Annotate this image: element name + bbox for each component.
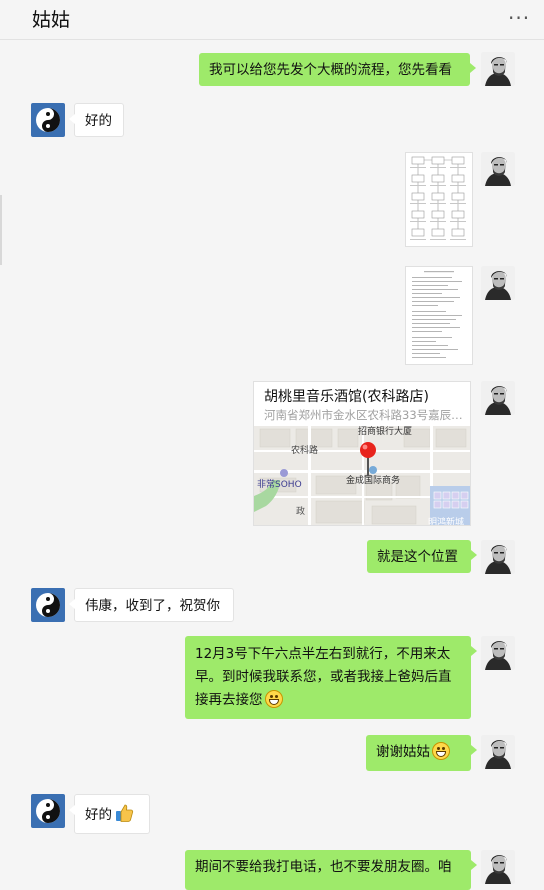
location-map: 招商银行大厦 农科路 非常SOHO 金成国际商务 政 明鸿新城	[254, 426, 470, 526]
my-avatar[interactable]	[481, 52, 515, 86]
document-thumbnail	[412, 271, 462, 358]
my-avatar[interactable]	[481, 735, 515, 769]
location-address: 河南省郑州市金水区农科路33号嘉辰…	[264, 408, 463, 422]
my-avatar[interactable]	[481, 540, 515, 574]
image-message-flowchart[interactable]	[405, 152, 473, 247]
grin-emoji-icon	[264, 690, 283, 708]
my-avatar[interactable]	[481, 381, 515, 415]
contact-avatar[interactable]	[31, 794, 65, 828]
message-text: 就是这个位置	[377, 549, 458, 565]
message-text: 12月3号下午六点半左右到就行，不用来太早。到时候我联系您，或者我接上爸妈后直接…	[195, 646, 452, 708]
map-label-minghong: 明鸿新城	[428, 516, 464, 526]
location-card[interactable]: 胡桃里音乐酒馆(农科路店) 河南省郑州市金水区农科路33号嘉辰… 招商银行大厦 …	[253, 381, 471, 526]
message-bubble[interactable]: 好的	[69, 103, 124, 137]
flowchart-thumbnail	[410, 156, 466, 240]
message-text: 好的	[85, 807, 112, 823]
grin-emoji-icon	[432, 742, 450, 760]
message-text: 谢谢姑姑	[376, 744, 430, 760]
contact-avatar[interactable]	[31, 588, 65, 622]
contact-avatar[interactable]	[31, 103, 65, 137]
chat-title: 姑姑	[32, 9, 71, 31]
map-label-center: 金成国际商务	[346, 474, 400, 486]
image-message-document[interactable]	[405, 266, 473, 365]
message-bubble[interactable]: 就是这个位置	[367, 540, 477, 573]
message-bubble[interactable]: 谢谢姑姑	[366, 735, 477, 771]
my-avatar[interactable]	[481, 152, 515, 186]
map-label-soho: 非常SOHO	[257, 478, 302, 490]
my-avatar[interactable]	[481, 266, 515, 300]
chat-header: 姑姑 ···	[0, 0, 544, 40]
message-bubble[interactable]: 伟康，收到了，祝贺你	[69, 588, 234, 622]
map-label-zheng: 政	[296, 505, 305, 517]
scrollbar[interactable]	[0, 195, 2, 265]
my-avatar[interactable]	[481, 636, 515, 670]
my-avatar[interactable]	[481, 850, 515, 884]
thumbs-up-icon	[116, 804, 134, 822]
message-text: 好的	[85, 113, 112, 129]
message-bubble[interactable]: 12月3号下午六点半左右到就行，不用来太早。到时候我联系您，或者我接上爸妈后直接…	[185, 636, 477, 719]
location-name: 胡桃里音乐酒馆(农科路店)	[264, 389, 429, 405]
more-icon[interactable]: ···	[508, 8, 530, 32]
message-text: 我可以给您先发个大概的流程，您先看看	[209, 62, 452, 78]
message-bubble[interactable]: 我可以给您先发个大概的流程，您先看看	[199, 53, 476, 86]
map-label-road: 农科路	[291, 444, 318, 456]
message-bubble[interactable]: 期间不要给我打电话，也不要发朋友圈。咱	[185, 850, 477, 890]
message-bubble[interactable]: 好的	[69, 794, 150, 834]
map-label-bank: 招商银行大厦	[358, 426, 412, 437]
message-text: 伟康，收到了，祝贺你	[85, 598, 220, 614]
message-text: 期间不要给我打电话，也不要发朋友圈。咱	[195, 859, 452, 875]
